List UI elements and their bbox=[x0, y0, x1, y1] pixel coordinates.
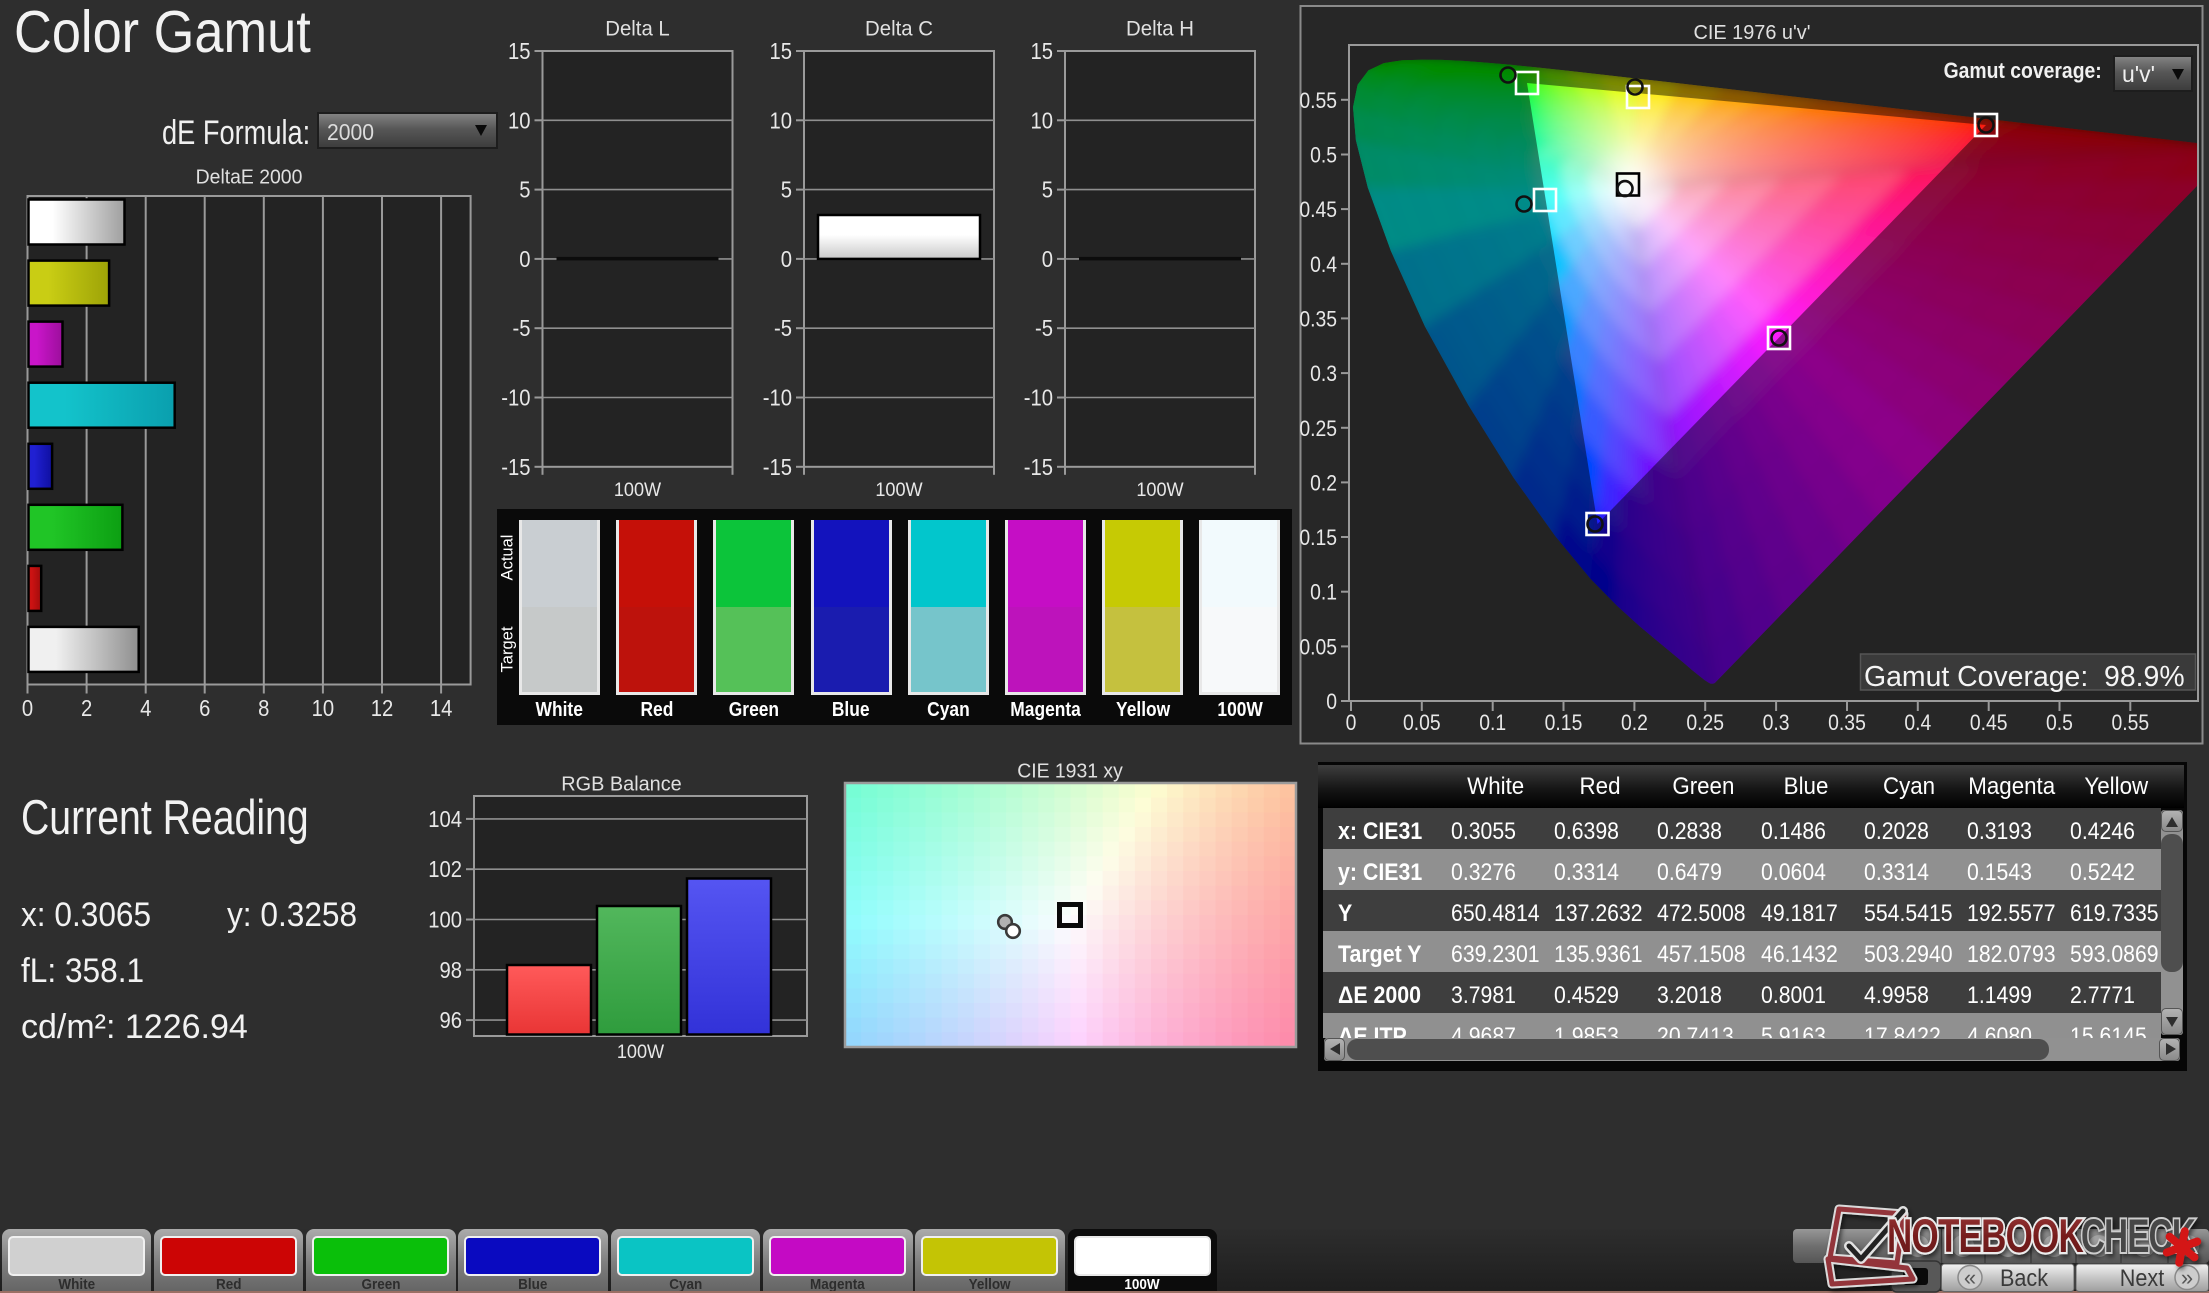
svg-text:-10: -10 bbox=[501, 384, 530, 411]
svg-text:DeltaE 2000: DeltaE 2000 bbox=[196, 166, 303, 188]
svg-text:-15: -15 bbox=[763, 454, 792, 481]
svg-text:0: 0 bbox=[781, 246, 792, 273]
svg-text:4: 4 bbox=[140, 695, 151, 722]
svg-text:5: 5 bbox=[519, 176, 530, 203]
svg-text:«: « bbox=[1964, 1265, 1976, 1290]
svg-text:100W: 100W bbox=[617, 1040, 665, 1062]
svg-text:0.25: 0.25 bbox=[1686, 711, 1724, 735]
svg-text:0.5: 0.5 bbox=[2046, 711, 2073, 735]
svg-text:0: 0 bbox=[1042, 246, 1053, 273]
svg-text:-5: -5 bbox=[513, 315, 531, 342]
svg-text:Gamut Coverage: 98.9%: Gamut Coverage: 98.9% bbox=[1864, 661, 2185, 693]
svg-text:0.4: 0.4 bbox=[1904, 711, 1931, 735]
svg-text:Back: Back bbox=[2000, 1264, 2049, 1291]
svg-text:»: » bbox=[2181, 1265, 2193, 1290]
svg-text:0.35: 0.35 bbox=[1828, 711, 1866, 735]
svg-text:10: 10 bbox=[508, 107, 531, 134]
svg-text:0.3: 0.3 bbox=[1763, 711, 1790, 735]
svg-text:0: 0 bbox=[22, 695, 33, 722]
svg-text:15: 15 bbox=[508, 38, 531, 65]
svg-text:6: 6 bbox=[199, 695, 210, 722]
svg-text:Next: Next bbox=[2120, 1264, 2165, 1291]
svg-text:0.3: 0.3 bbox=[1310, 362, 1337, 386]
svg-text:15: 15 bbox=[1030, 38, 1053, 65]
svg-text:-5: -5 bbox=[774, 315, 792, 342]
svg-text:0.2: 0.2 bbox=[1621, 711, 1648, 735]
svg-text:10: 10 bbox=[312, 695, 335, 722]
svg-text:Delta H: Delta H bbox=[1126, 17, 1194, 40]
svg-text:100W: 100W bbox=[1136, 478, 1184, 500]
svg-text:CIE 1976 u'v': CIE 1976 u'v' bbox=[1694, 22, 1811, 44]
svg-text:98: 98 bbox=[439, 957, 462, 984]
svg-text:NOTEBOOK: NOTEBOOK bbox=[1887, 1209, 2084, 1262]
svg-text:-5: -5 bbox=[1035, 315, 1053, 342]
svg-text:0.55: 0.55 bbox=[2111, 711, 2149, 735]
svg-text:0.4: 0.4 bbox=[1310, 253, 1337, 277]
svg-text:15: 15 bbox=[769, 38, 792, 65]
svg-text:0.15: 0.15 bbox=[1545, 711, 1583, 735]
svg-text:10: 10 bbox=[769, 107, 792, 134]
svg-text:-15: -15 bbox=[1024, 454, 1053, 481]
svg-text:102: 102 bbox=[428, 856, 462, 883]
svg-text:0.1: 0.1 bbox=[1479, 711, 1506, 735]
svg-text:0.15: 0.15 bbox=[1299, 526, 1337, 550]
svg-text:-15: -15 bbox=[501, 454, 530, 481]
svg-text:0.2: 0.2 bbox=[1310, 471, 1337, 495]
svg-text:8: 8 bbox=[258, 695, 269, 722]
svg-text:12: 12 bbox=[371, 695, 394, 722]
svg-text:100: 100 bbox=[428, 906, 462, 933]
svg-text:0.25: 0.25 bbox=[1299, 417, 1337, 441]
svg-text:Delta L: Delta L bbox=[605, 17, 669, 40]
svg-text:0.05: 0.05 bbox=[1403, 711, 1441, 735]
svg-text:0: 0 bbox=[1346, 711, 1357, 735]
svg-text:104: 104 bbox=[428, 806, 462, 833]
svg-text:0.35: 0.35 bbox=[1299, 307, 1337, 331]
svg-text:0.45: 0.45 bbox=[1970, 711, 2008, 735]
svg-text:0: 0 bbox=[1326, 690, 1337, 714]
svg-text:RGB Balance: RGB Balance bbox=[561, 773, 681, 795]
svg-text:CIE 1931 xy: CIE 1931 xy bbox=[1017, 760, 1123, 782]
svg-text:-10: -10 bbox=[763, 384, 792, 411]
svg-text:10: 10 bbox=[1030, 107, 1053, 134]
svg-text:0.1: 0.1 bbox=[1310, 581, 1337, 605]
svg-text:-10: -10 bbox=[1024, 384, 1053, 411]
svg-text:0.55: 0.55 bbox=[1299, 89, 1337, 113]
svg-text:5: 5 bbox=[781, 176, 792, 203]
svg-text:100W: 100W bbox=[875, 478, 923, 500]
svg-text:0: 0 bbox=[519, 246, 530, 273]
svg-text:0.5: 0.5 bbox=[1310, 143, 1337, 167]
svg-text:0.45: 0.45 bbox=[1299, 198, 1337, 222]
svg-text:5: 5 bbox=[1042, 176, 1053, 203]
svg-text:2: 2 bbox=[81, 695, 92, 722]
svg-text:14: 14 bbox=[430, 695, 453, 722]
svg-text:Delta C: Delta C bbox=[865, 17, 933, 40]
svg-text:0.05: 0.05 bbox=[1299, 635, 1337, 659]
svg-text:100W: 100W bbox=[614, 478, 662, 500]
svg-text:96: 96 bbox=[439, 1007, 462, 1034]
